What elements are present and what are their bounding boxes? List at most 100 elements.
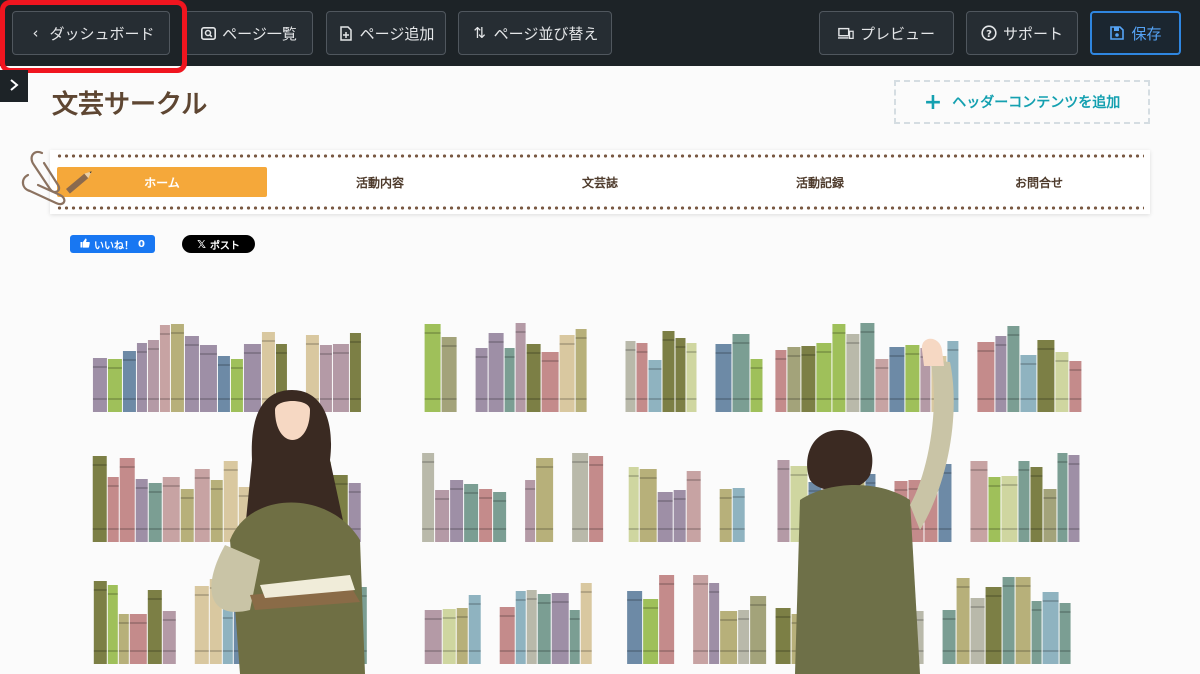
book-spine [551, 601, 569, 603]
book-spine [515, 398, 526, 400]
book-spine [750, 359, 763, 412]
book-spine [675, 338, 686, 412]
book-spine [942, 650, 956, 652]
book-spine [118, 614, 129, 664]
book-spine [170, 398, 184, 400]
book-spine [551, 593, 569, 664]
book-spine [580, 650, 592, 652]
nav-item-records[interactable]: 活動記録 [710, 167, 930, 197]
book-spine [551, 650, 569, 652]
book-spine [162, 528, 180, 530]
book-spine [442, 650, 456, 652]
book-spine [515, 591, 526, 664]
book-spine [526, 598, 537, 600]
book-spine [846, 334, 860, 412]
book-spine [223, 469, 238, 471]
book-spine [1043, 489, 1057, 542]
book-spine [589, 528, 604, 530]
book-spine [643, 607, 659, 609]
book-spine [1020, 363, 1037, 365]
book-spine [107, 585, 118, 664]
book-spine [732, 334, 750, 412]
book-spine [107, 398, 122, 400]
book-spine [148, 491, 162, 493]
book-spine [148, 528, 162, 530]
book-spine [816, 398, 832, 400]
book-spine [147, 598, 162, 600]
book-spine [1018, 469, 1030, 471]
book-spine [777, 528, 790, 530]
preview-button[interactable]: プレビュー [819, 11, 954, 55]
book-spine [1037, 348, 1055, 350]
book-spine [243, 344, 261, 412]
book-spine [537, 650, 551, 652]
book-spine [709, 650, 720, 652]
book-spine [162, 619, 176, 621]
add-header-content-button[interactable]: + ヘッダーコンテンツを追加 [894, 80, 1150, 124]
nav-item-magazine[interactable]: 文芸誌 [490, 167, 710, 197]
book-spine [750, 367, 763, 369]
book-spine [118, 622, 129, 624]
book-spine [1002, 585, 1015, 587]
book-spine [1037, 398, 1055, 400]
book-spine [942, 618, 956, 620]
book-spine [194, 650, 209, 652]
book-spine [92, 528, 107, 530]
book-spine [435, 528, 450, 530]
book-spine [675, 346, 686, 348]
book-spine [580, 591, 592, 593]
support-button[interactable]: ? サポート [966, 11, 1078, 55]
book-spine [572, 461, 589, 463]
book-spine [1043, 497, 1057, 499]
book-spine [456, 650, 468, 652]
page-list-button[interactable]: ページ一覧 [184, 11, 313, 55]
book-spine [525, 488, 536, 490]
book-spine [639, 528, 657, 530]
book-spine [860, 331, 875, 333]
floppy-disk-icon [1109, 25, 1125, 41]
book-spine [801, 398, 816, 400]
book-spine [1020, 398, 1037, 400]
book-spine [905, 353, 920, 355]
nav-item-label: お問合せ [1014, 175, 1063, 190]
book-spine [1057, 528, 1068, 530]
book-spine [129, 622, 147, 624]
reorder-pages-button[interactable]: ⇅ ページ並び替え [458, 11, 612, 55]
book-spine [559, 335, 575, 412]
book-spine [479, 489, 493, 542]
add-page-button[interactable]: ページ追加 [326, 11, 446, 55]
book-spine [319, 353, 332, 355]
book-spine [93, 650, 107, 652]
book-spine [625, 398, 636, 400]
book-spine [107, 650, 118, 652]
nav-item-activities[interactable]: 活動内容 [270, 167, 490, 197]
book-spine [275, 352, 287, 354]
site-title[interactable]: 文芸サークル [52, 84, 207, 121]
book-spine [719, 528, 732, 530]
book-spine [920, 398, 931, 400]
book-spine [319, 345, 332, 412]
x-post-button[interactable]: 𝕏 ポスト [182, 235, 255, 253]
book-spine [657, 492, 673, 542]
dashboard-button[interactable]: ‹ ダッシュボード [12, 11, 170, 55]
sidebar-toggle-button[interactable] [0, 70, 28, 102]
dotted-border-top [56, 154, 1144, 158]
book-spine [648, 368, 662, 370]
save-button-label: 保存 [1131, 24, 1162, 43]
save-button[interactable]: 保存 [1090, 11, 1181, 55]
book-spine [1031, 650, 1042, 652]
book-spine [1055, 398, 1069, 400]
book-spine [479, 497, 493, 499]
book-spine [349, 341, 361, 343]
facebook-like-button[interactable]: いいね！ 0 [70, 235, 155, 253]
question-circle-icon: ? [981, 25, 997, 41]
book-spine [129, 614, 147, 664]
book-spine [147, 398, 159, 400]
nav-item-contact[interactable]: お問合せ [930, 167, 1148, 197]
book-spine [136, 343, 147, 412]
book-spine [504, 356, 515, 358]
book-spine [92, 464, 107, 466]
book-spine [1030, 528, 1043, 530]
book-spine [846, 342, 860, 344]
book-spine [559, 398, 575, 400]
